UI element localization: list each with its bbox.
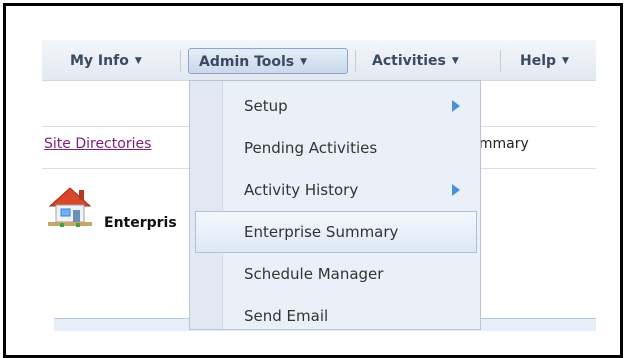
menu-item-label: Pending Activities xyxy=(244,139,378,157)
chevron-down-icon: ▼ xyxy=(134,56,142,66)
menu-item-setup[interactable]: Setup xyxy=(222,85,480,127)
menu-item-send-email[interactable]: Send Email xyxy=(222,295,480,337)
admin-tools-dropdown-menu: Setup Pending Activities Activity Histor… xyxy=(189,80,481,330)
house-icon xyxy=(48,187,92,227)
triangle-right-icon xyxy=(452,100,460,112)
chevron-down-icon: ▼ xyxy=(300,57,308,67)
nav-activities-label: Activities xyxy=(372,53,446,69)
menu-item-label: Activity History xyxy=(244,181,359,199)
nav-admin-tools-label: Admin Tools xyxy=(199,54,295,70)
menu-item-label: Send Email xyxy=(244,307,329,325)
menu-item-label: Schedule Manager xyxy=(244,265,384,283)
menu-item-enterprise-summary[interactable]: Enterprise Summary xyxy=(195,211,477,253)
menu-item-schedule-manager[interactable]: Schedule Manager xyxy=(222,253,480,295)
nav-help-label: Help xyxy=(520,53,557,69)
menu-item-activity-history[interactable]: Activity History xyxy=(222,169,480,211)
menu-gutter xyxy=(190,81,223,329)
page-title: Enterpris xyxy=(104,215,177,231)
nav-separator xyxy=(355,50,356,72)
nav-admin-tools[interactable]: Admin Tools ▼ xyxy=(188,48,348,74)
menu-item-pending-activities[interactable]: Pending Activities xyxy=(222,127,480,169)
chevron-down-icon: ▼ xyxy=(562,56,569,66)
menu-item-label: Enterprise Summary xyxy=(244,223,399,241)
nav-help[interactable]: Help ▼ xyxy=(510,48,579,74)
triangle-right-icon xyxy=(452,184,460,196)
menu-item-label: Setup xyxy=(244,97,288,115)
nav-activities[interactable]: Activities ▼ xyxy=(362,48,469,74)
chevron-down-icon: ▼ xyxy=(451,56,459,66)
nav-separator xyxy=(180,50,181,72)
nav-my-info[interactable]: My Info ▼ xyxy=(60,48,152,74)
top-nav-bar: My Info ▼ Admin Tools ▼ Activities ▼ Help ▼ xyxy=(42,40,596,81)
nav-my-info-label: My Info xyxy=(70,53,129,69)
nav-separator xyxy=(500,50,501,72)
breadcrumb-link-site-directories[interactable]: Site Directories xyxy=(44,136,151,152)
breadcrumb: Site Directories xyxy=(44,136,151,152)
